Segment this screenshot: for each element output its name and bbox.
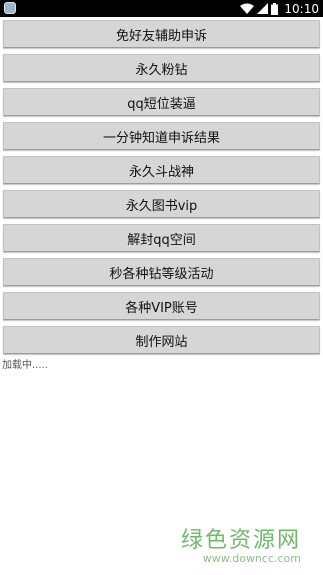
menu-button-make-website[interactable]: 制作网站 — [3, 326, 320, 354]
menu-button-pink-diamond[interactable]: 永久粉钻 — [3, 54, 320, 82]
battery-icon — [271, 2, 279, 15]
menu-button-vip-accounts[interactable]: 各种VIP账号 — [3, 292, 320, 320]
status-icons: 10:10 — [240, 0, 319, 17]
menu-button-douzhanshen[interactable]: 永久斗战神 — [3, 156, 320, 184]
menu-button-book-vip[interactable]: 永久图书vip — [3, 190, 320, 218]
status-time: 10:10 — [284, 1, 319, 16]
status-bar: 10:10 — [0, 0, 323, 17]
menu-button-appeal-result[interactable]: 一分钟知道申诉结果 — [3, 122, 320, 150]
wifi-icon — [240, 3, 255, 14]
menu-button-list: 免好友辅助申诉 永久粉钻 qq短位装逼 一分钟知道申诉结果 永久斗战神 永久图书… — [3, 20, 321, 360]
watermark-title: 绿色资源网 — [180, 528, 301, 553]
menu-button-appeal-assist[interactable]: 免好友辅助申诉 — [3, 20, 320, 48]
watermark: 绿色资源网 www.downcc.com — [181, 522, 301, 565]
menu-button-short-qq[interactable]: qq短位装逼 — [3, 88, 320, 116]
menu-button-diamond-level[interactable]: 秒各种钻等级活动 — [3, 258, 320, 286]
signal-icon — [257, 3, 269, 14]
loading-text: 加载中..... — [2, 360, 48, 371]
menu-button-unban-qzone[interactable]: 解封qq空间 — [3, 224, 320, 252]
app-icon — [4, 2, 16, 14]
